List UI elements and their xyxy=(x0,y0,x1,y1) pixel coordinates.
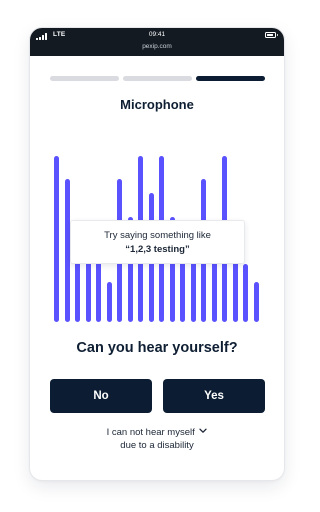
no-button[interactable]: No xyxy=(50,379,152,413)
audio-level-bar xyxy=(106,282,112,322)
step-progress xyxy=(50,76,265,81)
disability-link-line1: I can not hear myself xyxy=(106,427,195,438)
stage: LTE 09:41 pexip.com Microphone Try sayin… xyxy=(0,0,314,512)
hear-yourself-question: Can you hear yourself? xyxy=(76,340,238,356)
tooltip-hint-text: Try saying something like xyxy=(104,230,211,241)
disability-toggle-link[interactable]: I can not hear myself due to a disabilit… xyxy=(30,426,284,452)
audio-level-bar xyxy=(64,179,70,322)
speech-hint-tooltip: Try saying something like “1,2,3 testing… xyxy=(70,220,245,264)
page-title: Microphone xyxy=(120,97,194,112)
disability-link-line2: due to a disability xyxy=(120,440,194,451)
progress-step-3 xyxy=(196,76,265,81)
phone-frame: LTE 09:41 pexip.com Microphone Try sayin… xyxy=(30,28,284,480)
audio-level-bar xyxy=(253,282,259,322)
tooltip-example-phrase: “1,2,3 testing” xyxy=(125,244,190,255)
url-label: pexip.com xyxy=(142,43,172,50)
chevron-down-icon xyxy=(199,429,208,434)
audio-level-bar xyxy=(243,264,248,322)
progress-step-2 xyxy=(123,76,192,81)
progress-step-1 xyxy=(50,76,119,81)
status-bar: LTE 09:41 pexip.com xyxy=(30,28,284,56)
audio-level-bar xyxy=(96,256,101,322)
clock: 09:41 xyxy=(148,31,166,38)
audio-level-bar xyxy=(54,156,59,322)
battery-icon xyxy=(265,32,278,38)
yes-button[interactable]: Yes xyxy=(163,379,265,413)
